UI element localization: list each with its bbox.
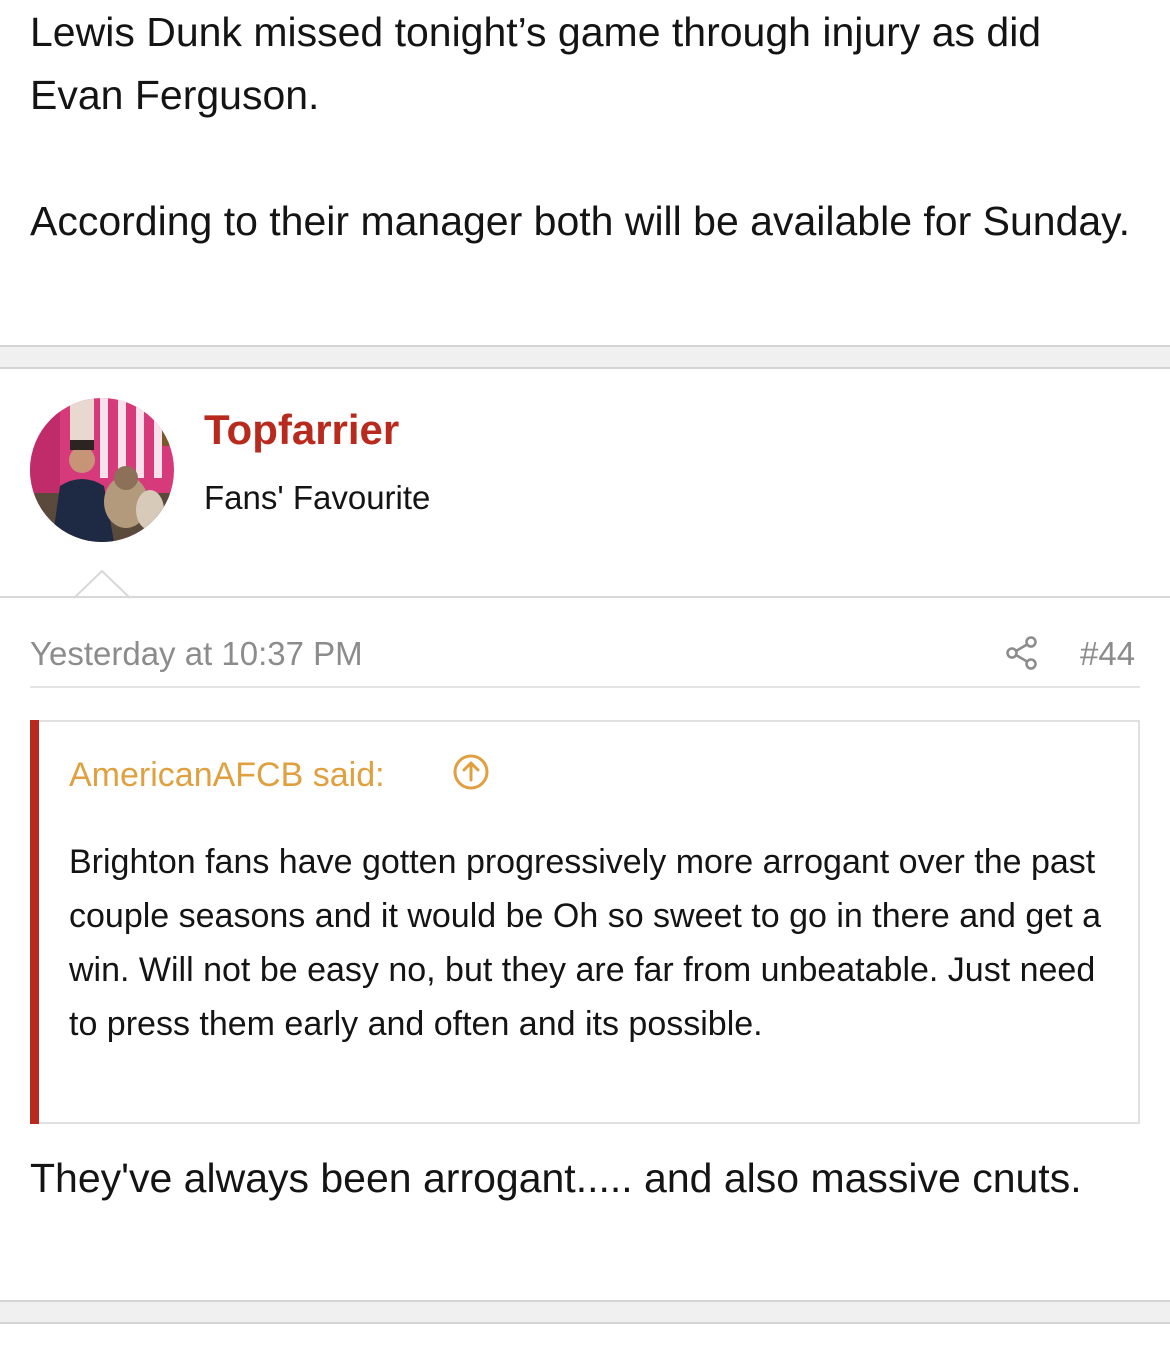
user-header-divider — [0, 596, 1170, 598]
post-separator — [0, 1300, 1170, 1324]
quote-text: Brighton fans have gotten progressively … — [69, 843, 1102, 1043]
header-pointer — [74, 570, 130, 599]
post-44: Topfarrier Fans' Favourite Yesterday at … — [0, 369, 1170, 1300]
quote-author[interactable]: AmericanAFCB said: — [69, 753, 385, 797]
quote-accent-bar — [30, 720, 39, 1124]
user-title: Fans' Favourite — [204, 479, 431, 516]
post-separator — [0, 345, 1170, 369]
quote-block: AmericanAFCB said: Brighton fans have go… — [30, 720, 1140, 1124]
post-number-link[interactable]: #44 — [1080, 632, 1135, 676]
post-body: They've always been arrogant..... and al… — [30, 1155, 1082, 1201]
previous-post: Lewis Dunk missed tonight’s game through… — [0, 0, 1170, 346]
username[interactable]: Topfarrier — [204, 405, 399, 455]
post-timestamp[interactable]: Yesterday at 10:37 PM — [30, 632, 363, 676]
share-icon[interactable] — [1004, 635, 1040, 671]
previous-post-paragraph: According to their manager both will be … — [30, 198, 1131, 244]
avatar[interactable] — [30, 398, 174, 542]
previous-post-paragraph: Lewis Dunk missed tonight’s game through… — [30, 9, 1042, 118]
post-attribution-divider — [30, 686, 1140, 688]
arrow-up-circle-icon[interactable] — [452, 753, 490, 791]
